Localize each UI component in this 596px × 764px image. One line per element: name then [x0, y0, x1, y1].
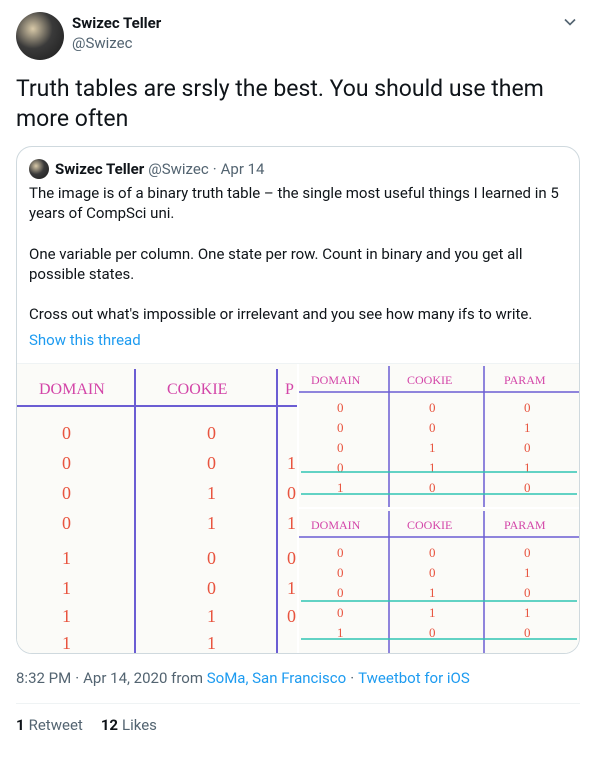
- svg-text:0: 0: [62, 453, 71, 473]
- svg-text:0: 0: [62, 423, 71, 443]
- quoted-text: The image is of a binary truth table – t…: [29, 183, 567, 325]
- svg-text:0: 0: [287, 548, 296, 568]
- divider: [16, 703, 580, 704]
- svg-text:0: 0: [337, 605, 344, 620]
- svg-text:0: 0: [337, 545, 344, 560]
- svg-text:1: 1: [62, 548, 71, 568]
- media-grid: DOMAIN COOKIE P 0000 1111 0011 0011 101 …: [17, 363, 579, 653]
- media-image-2[interactable]: DOMAIN COOKIE PARAM 00001 00110 01010: [299, 364, 579, 508]
- svg-text:0: 0: [524, 400, 531, 415]
- quoted-author-handle: @Swizec: [148, 160, 208, 178]
- svg-text:DOMAIN: DOMAIN: [311, 373, 361, 387]
- svg-text:1: 1: [429, 440, 436, 455]
- tweet-header: Swizec Teller @Swizec: [16, 12, 580, 60]
- svg-text:0: 0: [429, 625, 436, 640]
- quoted-header: Swizec Teller @Swizec · Apr 14: [29, 159, 567, 179]
- svg-text:1: 1: [287, 578, 296, 598]
- svg-text:PARAM: PARAM: [504, 518, 546, 532]
- svg-text:0: 0: [337, 440, 344, 455]
- likes-stat[interactable]: 12Likes: [101, 716, 157, 734]
- svg-text:1: 1: [207, 633, 216, 653]
- svg-text:0: 0: [207, 423, 216, 443]
- tweet-time: 8:32 PM: [16, 669, 71, 687]
- retweets-stat[interactable]: 1Retweet: [16, 716, 83, 734]
- svg-text:0: 0: [62, 483, 71, 503]
- svg-text:P: P: [285, 381, 294, 398]
- author-name: Swizec Teller: [72, 14, 552, 34]
- svg-text:1: 1: [524, 420, 531, 435]
- location-link[interactable]: SoMa, San Francisco: [207, 669, 346, 687]
- svg-text:0: 0: [429, 400, 436, 415]
- show-thread-link[interactable]: Show this thread: [29, 331, 141, 349]
- col-header-domain: DOMAIN: [39, 381, 105, 398]
- avatar[interactable]: [16, 12, 64, 60]
- svg-text:PARAM: PARAM: [504, 373, 546, 387]
- svg-text:0: 0: [337, 420, 344, 435]
- source-link[interactable]: Tweetbot for iOS: [358, 669, 470, 687]
- svg-text:1: 1: [62, 633, 71, 653]
- media-image-3[interactable]: DOMAIN COOKIE PARAM 0 0 0 0 1 0 0 1 1 0 0 1 0 1 0: [299, 509, 579, 653]
- from-label: from: [171, 669, 203, 687]
- svg-text:1: 1: [287, 513, 296, 533]
- tweet-meta: 8:32 PM·Apr 14, 2020 from SoMa, San Fran…: [16, 668, 580, 689]
- svg-text:0: 0: [524, 440, 531, 455]
- svg-text:1: 1: [524, 565, 531, 580]
- chevron-down-icon[interactable]: [560, 12, 580, 32]
- svg-text:1: 1: [287, 453, 296, 473]
- svg-text:1: 1: [207, 606, 216, 626]
- svg-text:0: 0: [524, 545, 531, 560]
- quoted-author-name: Swizec Teller: [55, 160, 144, 178]
- author-block[interactable]: Swizec Teller @Swizec: [72, 12, 552, 53]
- author-handle: @Swizec: [72, 34, 552, 54]
- svg-text:1: 1: [337, 480, 344, 495]
- quoted-avatar: [29, 159, 49, 179]
- svg-text:0: 0: [524, 480, 531, 495]
- svg-text:0: 0: [337, 400, 344, 415]
- svg-text:0: 0: [287, 606, 296, 626]
- tweet-text: Truth tables are srsly the best. You sho…: [16, 74, 580, 134]
- svg-text:1: 1: [524, 605, 531, 620]
- col-header-cookie: COOKIE: [167, 381, 227, 398]
- svg-text:1: 1: [62, 606, 71, 626]
- svg-text:1: 1: [337, 625, 344, 640]
- svg-text:0: 0: [429, 420, 436, 435]
- svg-text:0: 0: [429, 545, 436, 560]
- svg-text:COOKIE: COOKIE: [407, 373, 452, 387]
- media-image-1[interactable]: DOMAIN COOKIE P 0000 1111 0011 0011 101 …: [17, 364, 297, 653]
- svg-text:0: 0: [337, 565, 344, 580]
- svg-text:1: 1: [207, 513, 216, 533]
- svg-text:0: 0: [207, 548, 216, 568]
- svg-text:0: 0: [62, 513, 71, 533]
- svg-text:DOMAIN: DOMAIN: [311, 518, 361, 532]
- svg-text:0: 0: [429, 480, 436, 495]
- svg-text:0: 0: [207, 578, 216, 598]
- quoted-date: Apr 14: [221, 160, 265, 178]
- svg-text:0: 0: [207, 453, 216, 473]
- tweet-stats: 1Retweet 12Likes: [16, 716, 580, 734]
- svg-text:0: 0: [524, 625, 531, 640]
- dot-separator: ·: [213, 160, 217, 178]
- tweet-date: Apr 14, 2020: [83, 669, 167, 687]
- quoted-tweet[interactable]: Swizec Teller @Swizec · Apr 14 The image…: [16, 146, 580, 654]
- svg-text:COOKIE: COOKIE: [407, 518, 452, 532]
- svg-text:0: 0: [287, 483, 296, 503]
- svg-text:1: 1: [62, 578, 71, 598]
- svg-text:1: 1: [429, 605, 436, 620]
- svg-text:1: 1: [429, 585, 436, 600]
- svg-text:0: 0: [524, 585, 531, 600]
- svg-text:1: 1: [207, 483, 216, 503]
- svg-text:0: 0: [429, 565, 436, 580]
- svg-text:0: 0: [337, 585, 344, 600]
